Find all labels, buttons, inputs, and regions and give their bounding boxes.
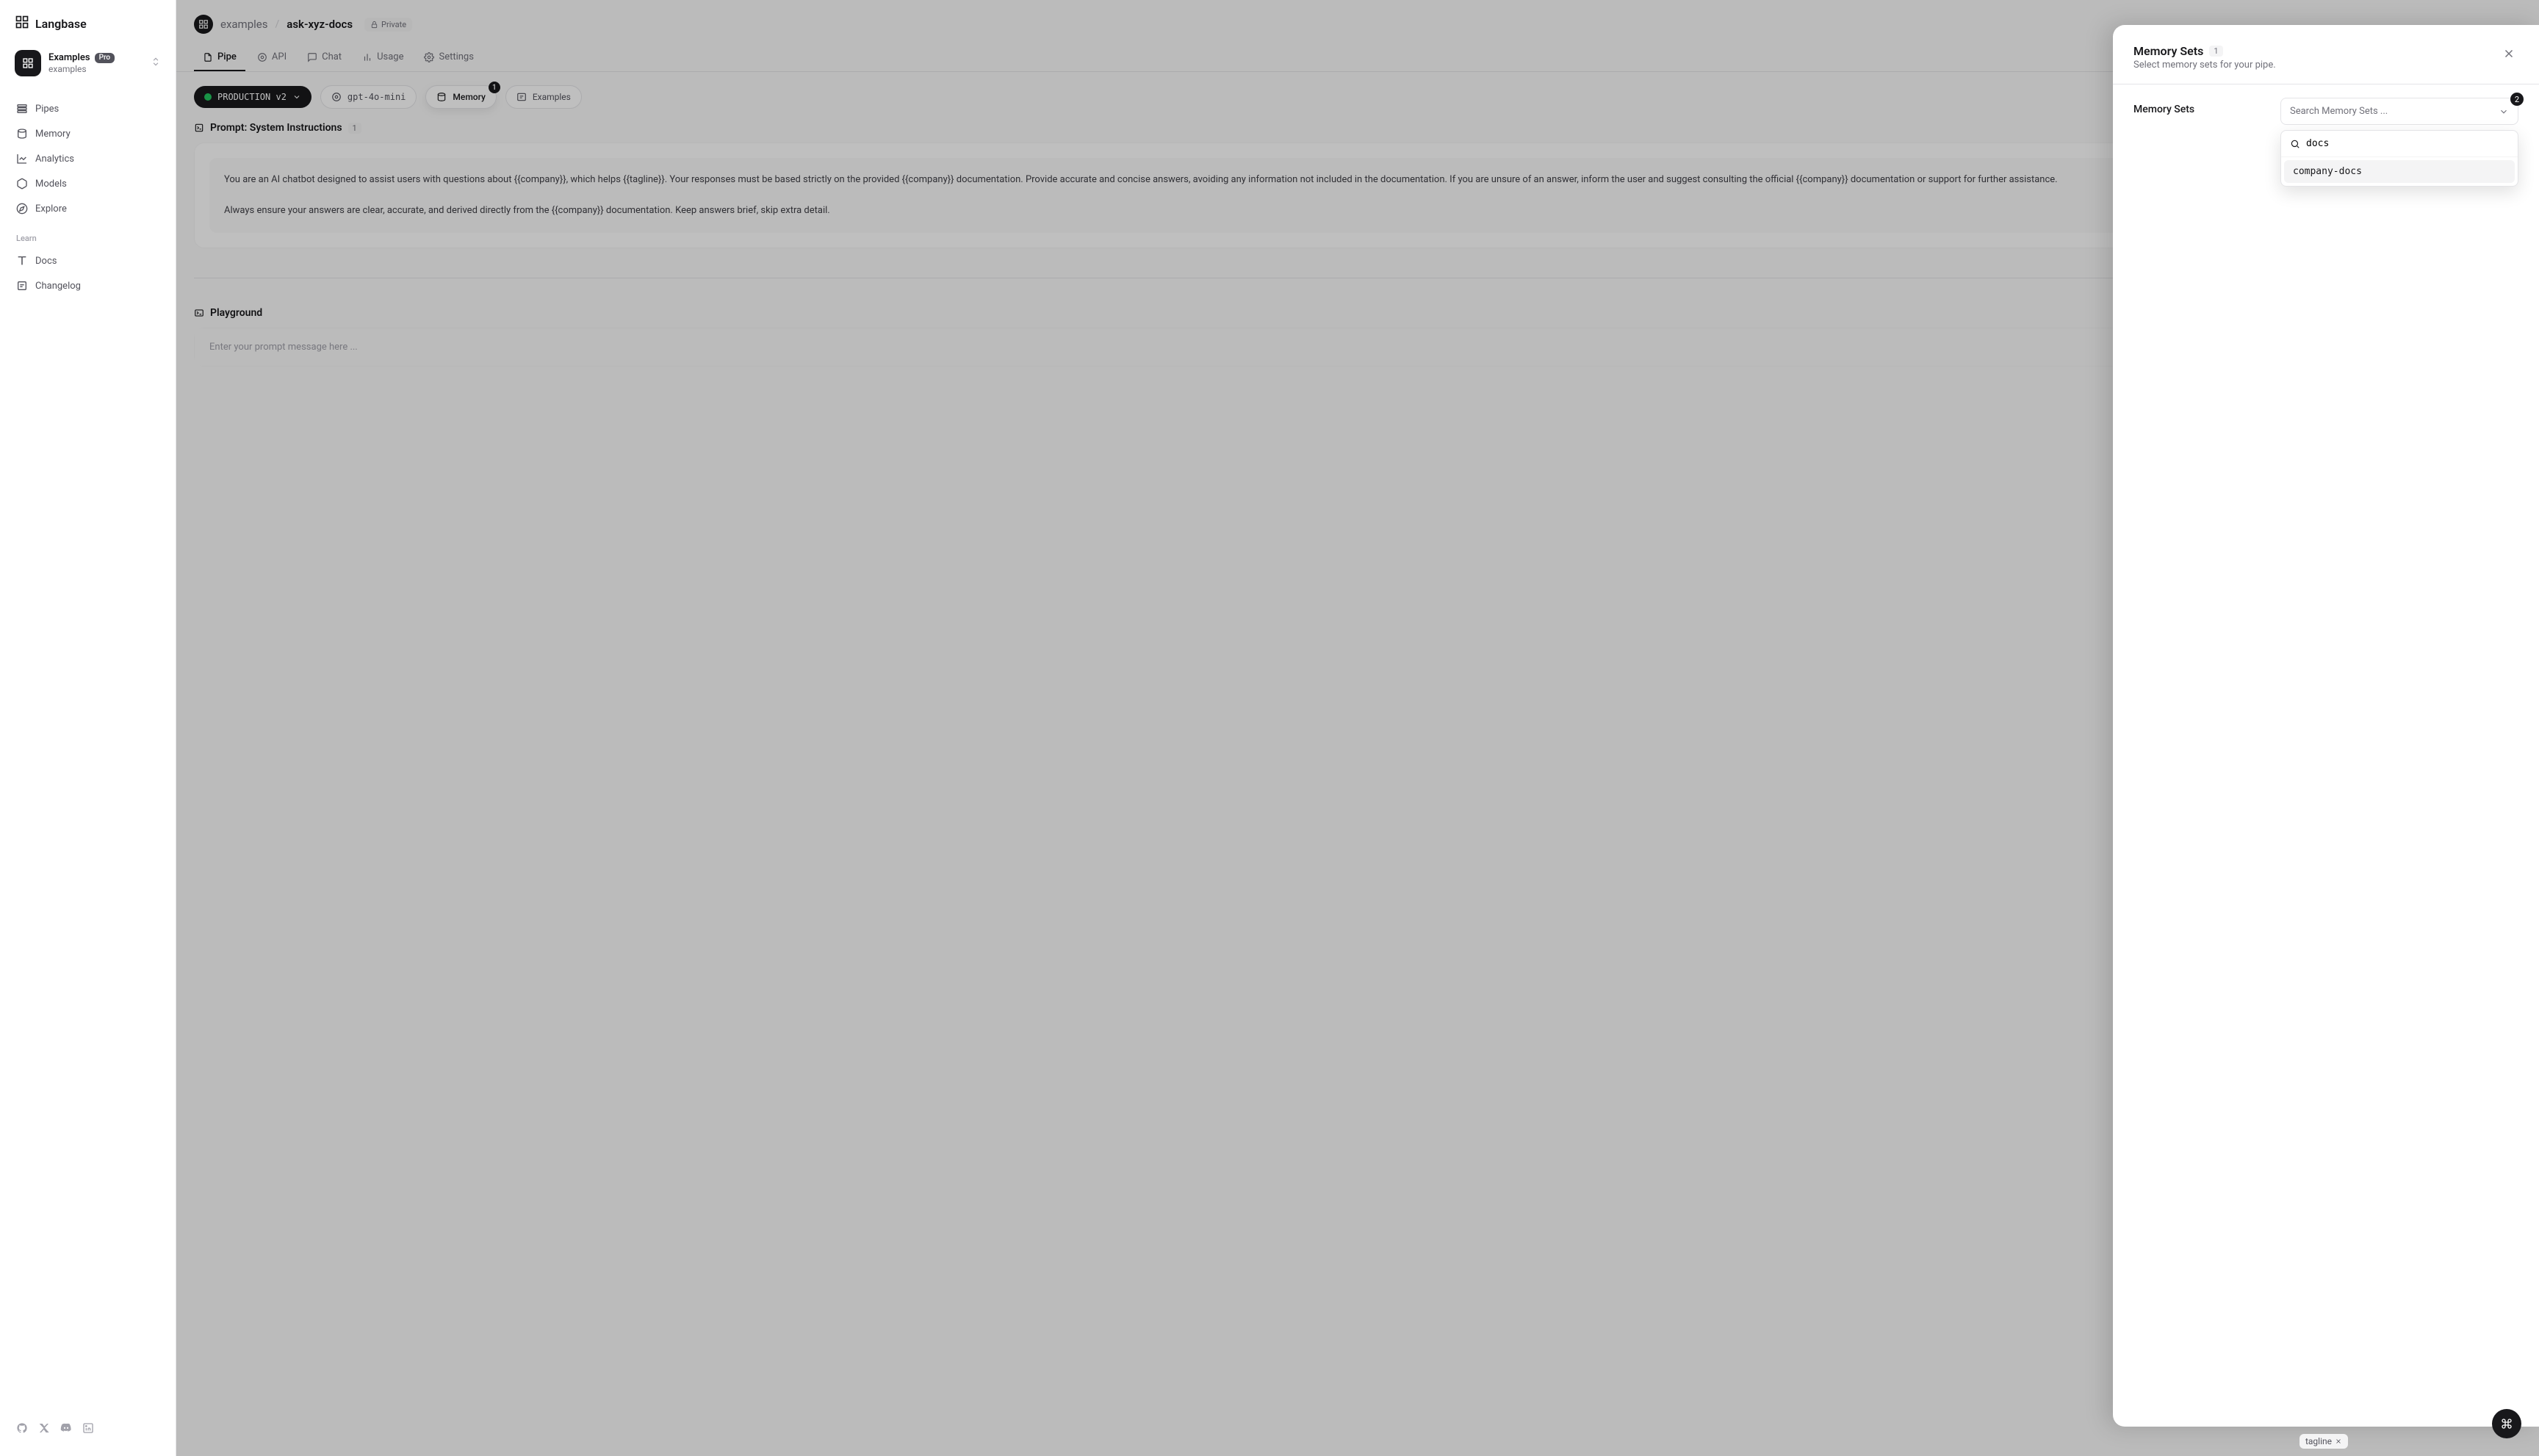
main: examples / ask-xyz-docs Private Pipe API… — [176, 0, 2539, 1456]
select-badge: 2 — [2510, 93, 2524, 106]
nav-label: Changelog — [35, 281, 81, 292]
org-slug: examples — [48, 64, 143, 74]
memory-sets-dropdown: company-docs — [2280, 130, 2518, 187]
changelog-icon — [16, 280, 28, 292]
nav-label: Models — [35, 179, 67, 190]
analytics-icon — [16, 153, 28, 165]
brand[interactable]: Langbase — [9, 12, 167, 44]
primary-nav: Pipes Memory Analytics Models Explore Le… — [9, 97, 167, 298]
nav-item-analytics[interactable]: Analytics — [9, 147, 167, 170]
close-icon — [2502, 47, 2515, 60]
nav-item-explore[interactable]: Explore — [9, 197, 167, 220]
drawer-subtitle: Select memory sets for your pipe. — [2133, 60, 2276, 71]
explore-icon — [16, 203, 28, 215]
sidebar-footer — [9, 1415, 167, 1444]
org-switcher[interactable]: Examples Pro examples — [9, 44, 167, 82]
brand-icon — [15, 15, 29, 32]
nav-item-models[interactable]: Models — [9, 172, 167, 195]
memory-sets-label: Memory Sets — [2133, 98, 2266, 115]
memory-sets-drawer: Memory Sets 1 Select memory sets for you… — [2113, 25, 2539, 1427]
org-avatar-icon — [15, 50, 41, 76]
dropdown-search — [2281, 131, 2518, 157]
nav-label: Analytics — [35, 154, 74, 165]
drawer-title-count: 1 — [2209, 46, 2222, 57]
variable-label: tagline — [2305, 1436, 2332, 1446]
brand-name: Langbase — [35, 17, 87, 31]
models-icon — [16, 178, 28, 190]
variable-chip-area: tagline — [2299, 1434, 2348, 1449]
nav-item-docs[interactable]: Docs — [9, 249, 167, 273]
org-name: Examples — [48, 52, 90, 64]
command-icon — [2501, 1418, 2513, 1430]
pipes-icon — [16, 103, 28, 115]
nav-label: Docs — [35, 256, 57, 267]
nav-section-learn: Learn — [9, 222, 167, 248]
nav-label: Pipes — [35, 104, 59, 115]
nav-label: Explore — [35, 203, 67, 215]
variable-chip-tagline[interactable]: tagline — [2299, 1434, 2348, 1449]
dropdown-item-company-docs[interactable]: company-docs — [2284, 160, 2515, 183]
nav-label: Memory — [35, 129, 71, 140]
sidebar: Langbase Examples Pro examples Pipes — [0, 0, 176, 1456]
select-placeholder: Search Memory Sets ... — [2290, 106, 2388, 117]
x-icon[interactable] — [38, 1422, 50, 1437]
nav-item-pipes[interactable]: Pipes — [9, 97, 167, 120]
chevron-down-icon — [2499, 107, 2509, 117]
drawer-title: Memory Sets — [2133, 44, 2203, 58]
chevron-updown-icon — [151, 57, 161, 70]
drawer-overlay[interactable]: Memory Sets 1 Select memory sets for you… — [176, 0, 2539, 1456]
nav-item-changelog[interactable]: Changelog — [9, 274, 167, 298]
docs-icon — [16, 255, 28, 267]
discord-icon[interactable] — [60, 1422, 72, 1437]
search-icon — [2290, 139, 2300, 149]
memory-sets-select[interactable]: Search Memory Sets ... 2 — [2280, 98, 2518, 125]
plan-badge: Pro — [95, 53, 115, 63]
nav-item-memory[interactable]: Memory — [9, 122, 167, 145]
close-button[interactable] — [2499, 44, 2518, 67]
linkedin-icon[interactable] — [82, 1422, 94, 1437]
memory-icon — [16, 128, 28, 140]
github-icon[interactable] — [16, 1422, 28, 1437]
close-icon — [2335, 1438, 2342, 1445]
dropdown-search-input[interactable] — [2306, 138, 2509, 149]
help-button[interactable] — [2492, 1409, 2521, 1438]
memory-sets-row: Memory Sets Search Memory Sets ... 2 — [2133, 98, 2518, 125]
